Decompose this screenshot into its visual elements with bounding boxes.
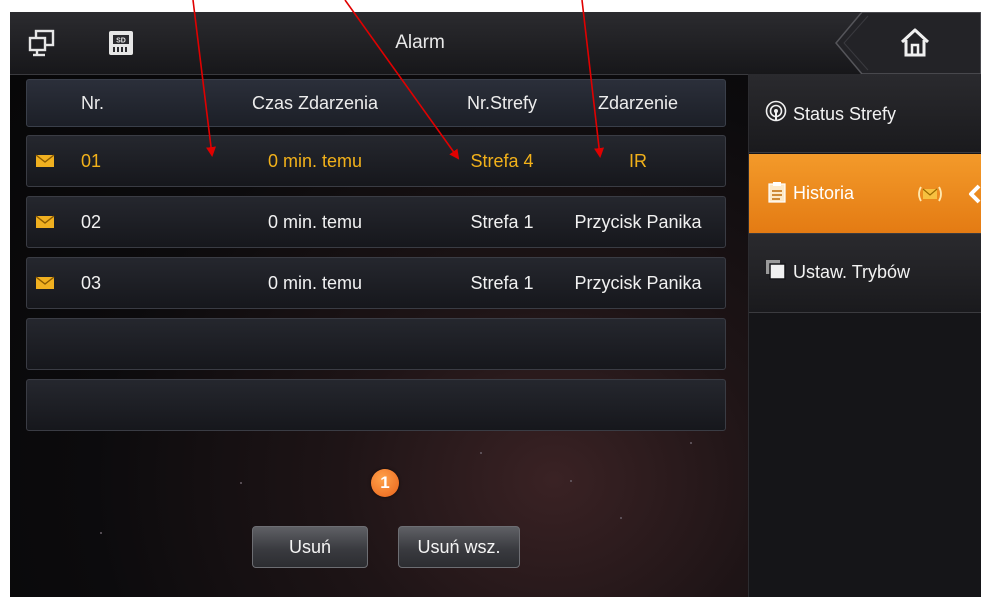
annotation-arrows xyxy=(192,0,605,160)
annotation-arrow xyxy=(192,0,216,157)
annotation-arrow xyxy=(344,0,460,160)
annotation-arrow xyxy=(581,0,605,158)
